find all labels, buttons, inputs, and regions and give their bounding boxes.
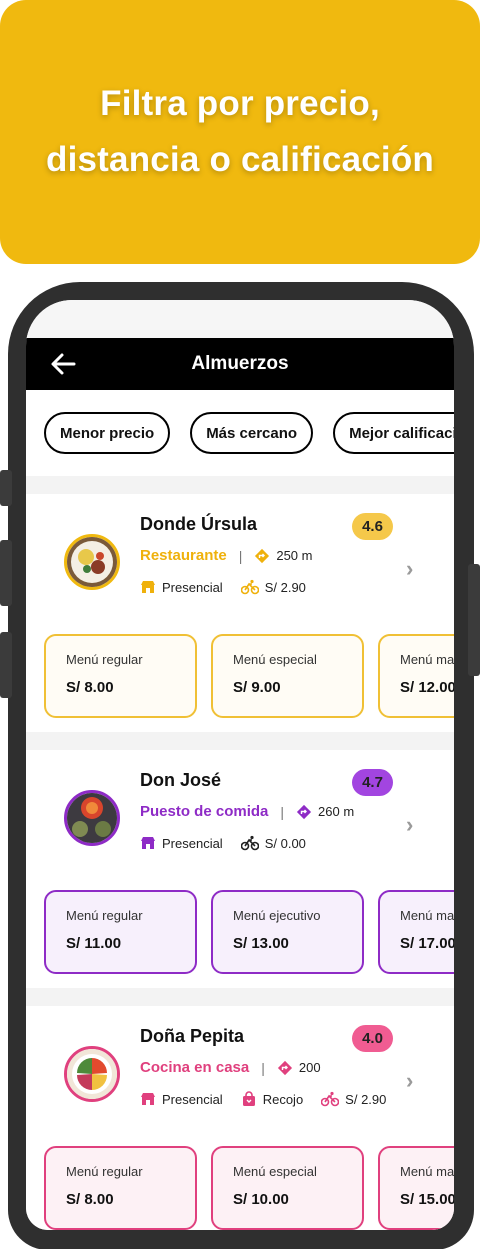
menu-option[interactable]: Menú marino S/ 15.00 — [378, 1146, 454, 1230]
phone-side-button — [0, 540, 12, 606]
separator: | — [238, 547, 243, 564]
restaurant-name: Doña Pepita — [140, 1026, 245, 1046]
menu-name: Menú especial — [233, 652, 317, 667]
menu-name: Menú marino — [400, 652, 454, 667]
menu-name: Menú marino — [400, 1164, 454, 1179]
service-recojo: Recojo — [262, 1091, 304, 1107]
phone-side-button — [0, 632, 12, 698]
menu-option[interactable]: Menú regular S/ 11.00 — [44, 890, 197, 974]
promo-banner: Filtra por precio, distancia o calificac… — [0, 0, 480, 264]
chevron-right-icon[interactable]: › — [406, 812, 413, 838]
restaurant-type: Cocina en casa — [140, 1059, 250, 1076]
service-presencial: Presencial — [162, 1091, 223, 1107]
restaurant-card[interactable]: Donde Úrsula 4.6 Restaurante | 250 m Pre… — [26, 494, 454, 732]
phone-screen: Almuerzos Menor precio Más cercano Mejor… — [26, 300, 454, 1230]
directions-icon — [277, 1060, 292, 1075]
menu-option[interactable]: Menú marino S/ 17.00 — [378, 890, 454, 974]
menu-price: S/ 13.00 — [233, 935, 289, 952]
menu-name: Menú ejecutivo — [233, 908, 321, 923]
menu-option[interactable]: Menú marino S/ 12.00 — [378, 634, 454, 718]
separator: | — [280, 803, 285, 820]
rating-badge: 4.0 — [352, 1025, 393, 1052]
menu-list: Menú regular S/ 11.00 Menú ejecutivo S/ … — [44, 890, 454, 974]
restaurant-avatar — [64, 790, 120, 846]
menu-option[interactable]: Menú regular S/ 8.00 — [44, 634, 197, 718]
food-bowl-image — [67, 1049, 117, 1099]
restaurant-name: Don José — [140, 770, 222, 790]
distance: 260 m — [318, 804, 355, 819]
filter-chip-mejor-calificacion[interactable]: Mejor calificación — [333, 412, 454, 454]
menu-price: S/ 17.00 — [400, 935, 454, 952]
menu-price: S/ 15.00 — [400, 1191, 454, 1208]
menu-name: Menú marino — [400, 908, 454, 923]
shopping-bag-icon — [242, 1091, 255, 1106]
bicycle-icon — [240, 835, 259, 851]
menu-option[interactable]: Menú regular S/ 8.00 — [44, 1146, 197, 1230]
filter-chip-mas-cercano[interactable]: Más cercano — [190, 412, 314, 454]
menu-option[interactable]: Menú especial S/ 10.00 — [211, 1146, 364, 1230]
directions-icon — [296, 804, 312, 819]
bicycle-icon — [240, 579, 259, 595]
restaurant-name: Donde Úrsula — [140, 514, 258, 534]
store-icon — [141, 1093, 155, 1105]
menu-name: Menú regular — [66, 1164, 143, 1179]
food-bowls-image — [67, 793, 117, 843]
menu-name: Menú regular — [66, 908, 143, 923]
restaurant-type: Restaurante — [140, 547, 227, 564]
delivery-price: S/ 2.90 — [264, 579, 306, 595]
menu-name: Menú regular — [66, 652, 143, 667]
store-icon — [141, 581, 155, 593]
menu-price: S/ 10.00 — [233, 1191, 289, 1208]
restaurant-type: Puesto de comida — [140, 803, 269, 820]
app-bar: Almuerzos — [26, 338, 454, 390]
banner-line-2: distancia o calificación — [46, 140, 434, 179]
store-icon — [141, 837, 155, 849]
menu-price: S/ 12.00 — [400, 679, 454, 696]
restaurant-card[interactable]: Don José 4.7 Puesto de comida | 260 m Pr… — [26, 750, 454, 988]
menu-option[interactable]: Menú especial S/ 9.00 — [211, 634, 364, 718]
service-presencial: Presencial — [162, 579, 223, 595]
delivery-price: S/ 0.00 — [264, 835, 306, 851]
restaurant-avatar — [64, 1046, 120, 1102]
chevron-right-icon[interactable]: › — [406, 556, 413, 582]
status-bar — [26, 300, 454, 338]
page-title: Almuerzos — [191, 353, 289, 374]
rating-badge: 4.6 — [352, 513, 393, 540]
filter-bar: Menor precio Más cercano Mejor calificac… — [26, 390, 454, 476]
menu-list: Menú regular S/ 8.00 Menú especial S/ 9.… — [44, 634, 454, 718]
menu-name: Menú especial — [233, 1164, 317, 1179]
bicycle-icon — [321, 1091, 340, 1107]
restaurant-avatar — [64, 534, 120, 590]
menu-price: S/ 9.00 — [233, 679, 281, 696]
back-arrow-icon[interactable] — [48, 350, 78, 378]
phone-side-button — [0, 470, 12, 506]
delivery-price: S/ 2.90 — [345, 1091, 387, 1107]
menu-option[interactable]: Menú ejecutivo S/ 13.00 — [211, 890, 364, 974]
service-presencial: Presencial — [162, 835, 223, 851]
menu-price: S/ 11.00 — [66, 935, 122, 952]
rating-badge: 4.7 — [352, 769, 393, 796]
menu-price: S/ 8.00 — [66, 1191, 114, 1208]
divider — [26, 732, 454, 750]
banner-text: Filtra por precio, distancia o calificac… — [46, 76, 434, 188]
banner-line-1: Filtra por precio, — [100, 84, 380, 123]
chevron-right-icon[interactable]: › — [406, 1068, 413, 1094]
divider — [26, 476, 454, 494]
divider — [26, 988, 454, 1006]
menu-price: S/ 8.00 — [66, 679, 114, 696]
separator: | — [261, 1059, 265, 1076]
restaurant-card[interactable]: Doña Pepita 4.0 Cocina en casa | 200 Pre… — [26, 1006, 454, 1230]
distance: 200 — [298, 1060, 321, 1075]
directions-icon — [255, 548, 270, 563]
food-plate-image — [67, 537, 117, 587]
distance: 250 m — [276, 548, 313, 563]
phone-side-button — [468, 564, 480, 676]
menu-list: Menú regular S/ 8.00 Menú especial S/ 10… — [44, 1146, 454, 1230]
filter-chip-menor-precio[interactable]: Menor precio — [44, 412, 171, 454]
